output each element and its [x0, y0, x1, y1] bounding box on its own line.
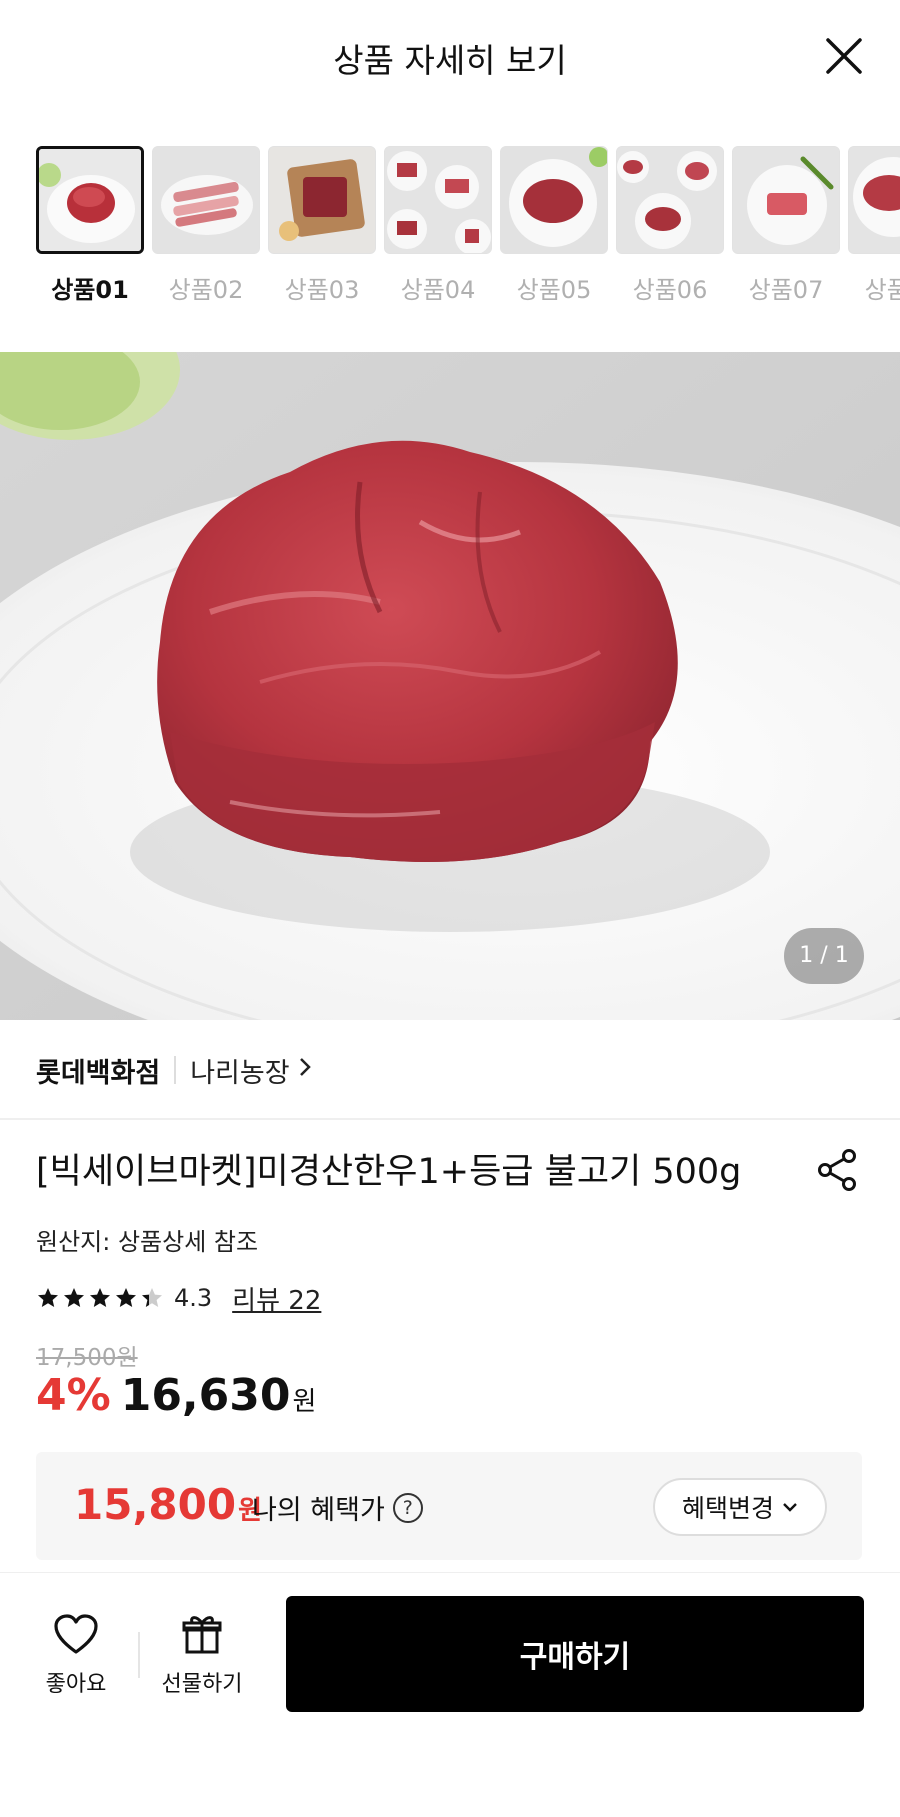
- thumbnail-label: 상품03: [284, 276, 360, 304]
- benefit-price: 15,800 원: [74, 1480, 262, 1529]
- change-benefit-label: 혜택변경: [681, 1494, 774, 1523]
- store-name[interactable]: 롯데백화점: [36, 1051, 160, 1090]
- price-unit: 원: [292, 1387, 317, 1417]
- gift-button[interactable]: 선물하기: [152, 1612, 252, 1698]
- heart-icon: [54, 1614, 98, 1654]
- thumbnail-label: 상품07: [748, 276, 824, 304]
- review-link[interactable]: 리뷰 22: [232, 1280, 321, 1317]
- thumbnail-image: [268, 146, 376, 254]
- brand-divider: [174, 1056, 177, 1084]
- thumbnail-image: [616, 146, 724, 254]
- original-price: 17,500원: [36, 1345, 138, 1371]
- benefit-label: 나의 혜택가: [252, 1495, 385, 1526]
- thumbnail-item[interactable]: 상품03: [268, 146, 376, 305]
- page-title: 상품 자세히 보기: [333, 41, 567, 80]
- star-half-icon: [142, 1288, 162, 1307]
- rating-row: 4.3 리뷰 22: [36, 1278, 321, 1318]
- thumbnail-image: [848, 146, 900, 254]
- thumbnail-item[interactable]: 상품02: [152, 146, 260, 305]
- share-button[interactable]: [816, 1148, 858, 1192]
- thumbnail-image: [36, 146, 144, 254]
- thumbnail-label: 상품01: [51, 276, 129, 304]
- brand-row[interactable]: 롯데백화점 나리농장: [36, 1048, 312, 1092]
- thumbnail-image: [384, 146, 492, 254]
- gift-icon: [182, 1616, 222, 1654]
- thumbnail-item[interactable]: 상품05: [500, 146, 608, 305]
- star-icon: [38, 1288, 58, 1307]
- thumbnail-strip[interactable]: 상품01 상품02 상품03 상품04 상품05 상품06 상품07 상품: [0, 146, 900, 316]
- price-row: 4% 16,630 원: [36, 1370, 316, 1421]
- product-main-image[interactable]: [0, 352, 900, 1020]
- thumbnail-label: 상품02: [168, 276, 244, 304]
- product-title: [빅세이브마켓]미경산한우1+등급 불고기 500g: [36, 1152, 742, 1192]
- thumbnail-item[interactable]: 상품01: [36, 146, 144, 305]
- benefit-label-row: 나의 혜택가 ?: [252, 1488, 423, 1527]
- bar-separator: [138, 1632, 140, 1678]
- rating-value: 4.3: [174, 1284, 213, 1312]
- thumbnail-label: 상품05: [516, 276, 592, 304]
- star-icon: [90, 1288, 110, 1307]
- bottom-action-bar: 좋아요 선물하기 구매하기: [0, 1572, 900, 1817]
- thumbnail-item[interactable]: 상품04: [384, 146, 492, 305]
- close-icon: [826, 38, 862, 74]
- close-button[interactable]: [822, 34, 866, 78]
- like-button[interactable]: 좋아요: [36, 1612, 116, 1698]
- thumbnail-item[interactable]: 상품06: [616, 146, 724, 305]
- thumbnail-label: 상품04: [400, 276, 476, 304]
- header: 상품 자세히 보기: [0, 0, 900, 112]
- thumbnail-label: 상품08: [864, 276, 900, 304]
- seller-name[interactable]: 나리농장: [190, 1051, 289, 1090]
- star-rating: [36, 1286, 164, 1310]
- image-pager: 1 / 1: [784, 928, 864, 984]
- change-benefit-button[interactable]: 혜택변경: [653, 1478, 827, 1536]
- section-divider: [0, 1118, 900, 1120]
- gift-label: 선물하기: [161, 1672, 243, 1697]
- sale-price: 16,630: [120, 1370, 291, 1421]
- thumbnail-image: [732, 146, 840, 254]
- thumbnail-image: [152, 146, 260, 254]
- star-icon: [64, 1288, 84, 1307]
- discount-rate: 4%: [36, 1370, 111, 1421]
- like-label: 좋아요: [45, 1672, 107, 1697]
- benefit-box: 15,800 원 나의 혜택가 ? 혜택변경: [36, 1452, 862, 1560]
- chevron-right-icon: [298, 1056, 312, 1084]
- share-icon: [818, 1149, 856, 1191]
- origin-info: 원산지: 상품상세 참조: [36, 1228, 259, 1256]
- thumbnail-image: [500, 146, 608, 254]
- star-icon: [116, 1288, 136, 1307]
- bar-divider: [0, 1572, 900, 1573]
- buy-button[interactable]: 구매하기: [286, 1596, 864, 1712]
- thumbnail-item[interactable]: 상품07: [732, 146, 840, 305]
- help-icon[interactable]: ?: [392, 1492, 423, 1523]
- thumbnail-item[interactable]: 상품08: [848, 146, 900, 305]
- chevron-down-icon: [783, 1503, 797, 1512]
- benefit-price-value: 15,800: [74, 1480, 237, 1529]
- thumbnail-label: 상품06: [632, 276, 708, 304]
